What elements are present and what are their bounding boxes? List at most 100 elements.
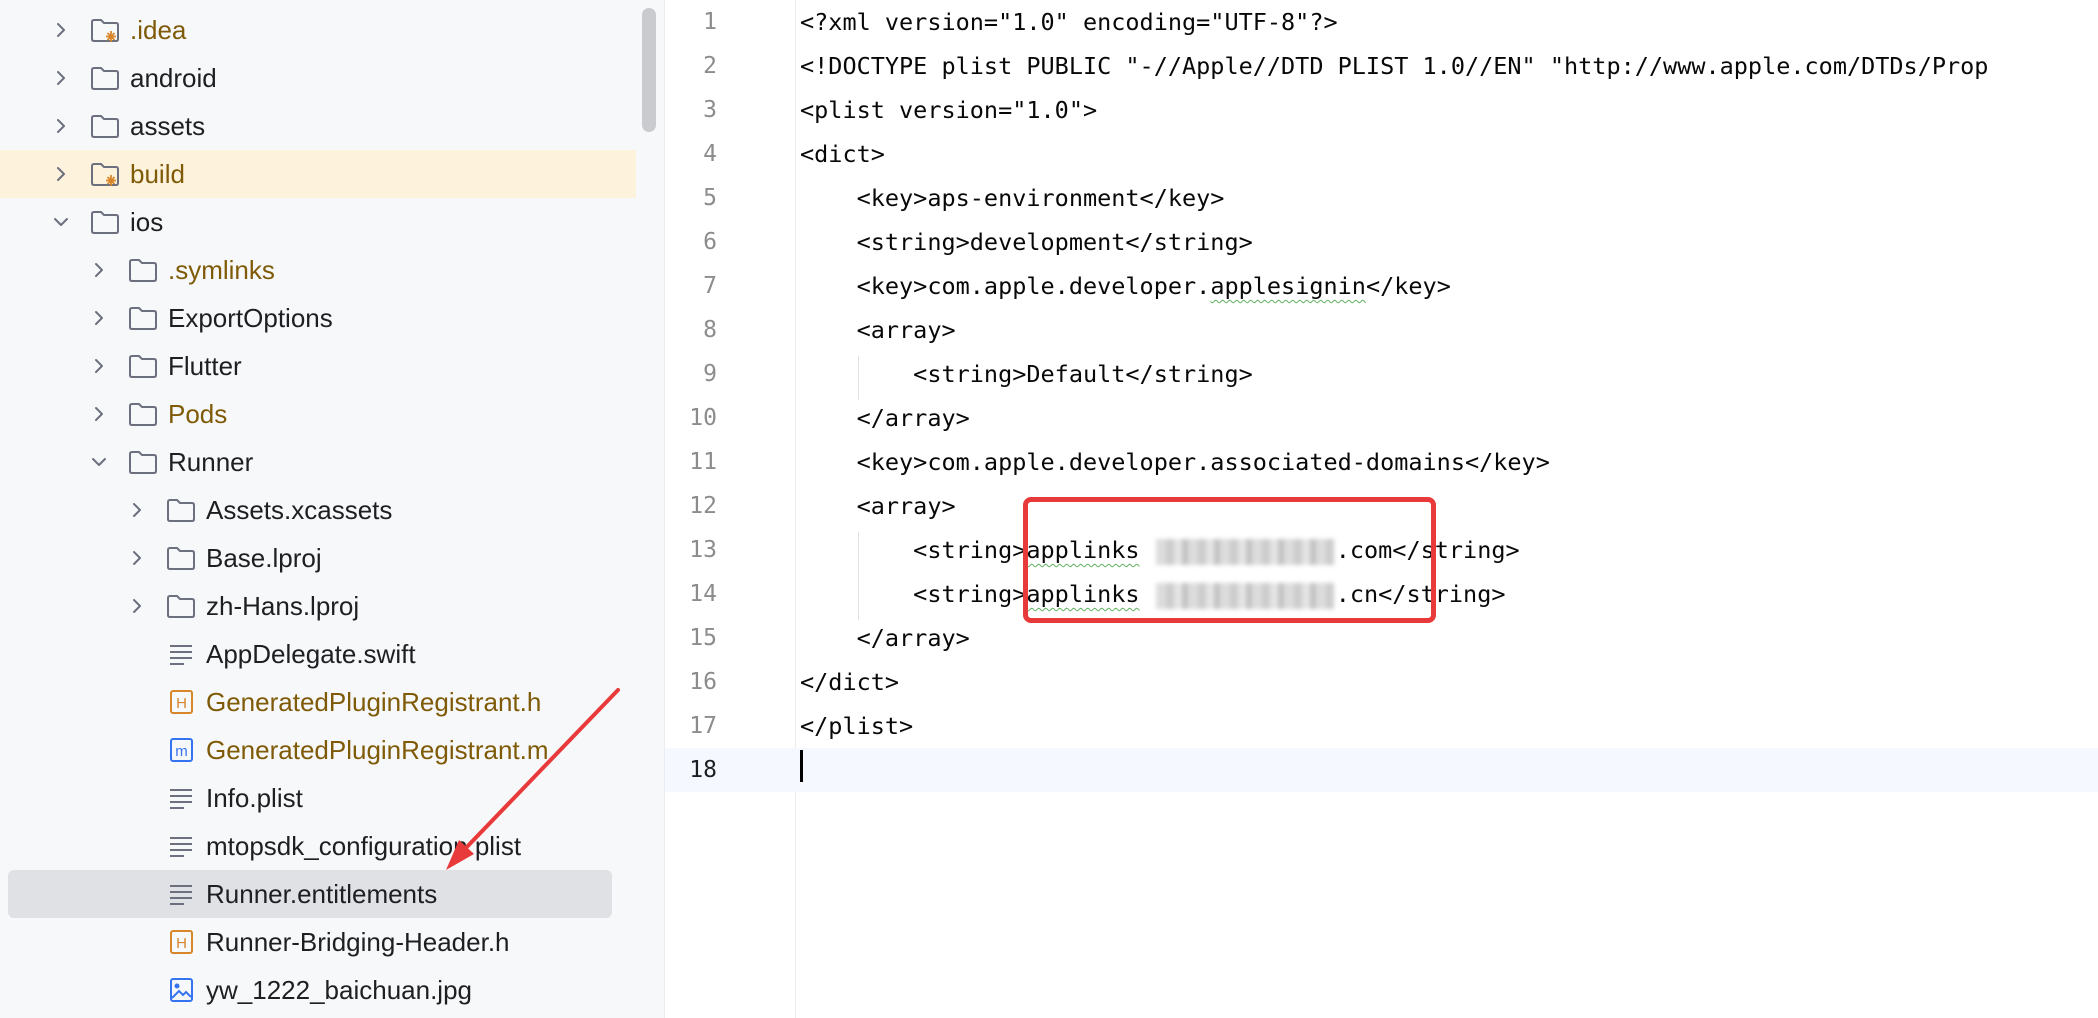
text-file-icon xyxy=(166,785,196,811)
text-caret xyxy=(800,750,803,782)
tree-item-generatedpluginregistrant-m[interactable]: m GeneratedPluginRegistrant.m xyxy=(0,726,636,774)
line-number: 14 xyxy=(689,581,717,607)
tree-item-info-plist[interactable]: Info.plist xyxy=(0,774,636,822)
tree-item-idea[interactable]: .idea xyxy=(0,6,636,54)
code-line[interactable]: 16 </dict> xyxy=(665,660,2098,704)
folder-icon xyxy=(90,113,120,139)
code-line[interactable]: 3 <plist version="1.0"> xyxy=(665,88,2098,132)
code-line[interactable]: 10 </array> xyxy=(665,396,2098,440)
chevron-right-icon[interactable] xyxy=(126,547,148,569)
chevron-down-icon[interactable] xyxy=(50,211,72,233)
code-line[interactable]: 17 </plist> xyxy=(665,704,2098,748)
code-line[interactable]: 18 xyxy=(665,748,2098,792)
tree-item-label: zh-Hans.lproj xyxy=(206,590,360,621)
chevron-right-icon[interactable] xyxy=(88,403,110,425)
chevron-right-icon[interactable] xyxy=(50,163,72,185)
line-number: 18 xyxy=(689,757,717,783)
chevron-right-icon[interactable] xyxy=(126,595,148,617)
code-text: <!DOCTYPE plist PUBLIC "-//Apple//DTD PL… xyxy=(800,52,1989,80)
tree-item-symlinks[interactable]: .symlinks xyxy=(0,246,636,294)
tree-item-label: mtopsdk_configuration.plist xyxy=(206,830,522,861)
chevron-down-icon[interactable] xyxy=(88,451,110,473)
tree-item-assets[interactable]: assets xyxy=(0,102,636,150)
chevron-right-icon[interactable] xyxy=(50,19,72,41)
tree-item-build[interactable]: build xyxy=(0,150,636,198)
text-file-icon xyxy=(166,641,196,667)
line-number: 10 xyxy=(689,405,717,431)
tree-item-runner[interactable]: Runner xyxy=(0,438,636,486)
line-number: 17 xyxy=(689,713,717,739)
project-tree-scrollbar[interactable] xyxy=(642,8,656,132)
text-file-icon xyxy=(166,881,196,907)
line-number: 5 xyxy=(703,185,717,211)
tree-item-runner-entitlements[interactable]: Runner.entitlements xyxy=(8,870,612,918)
folder-icon xyxy=(166,497,196,523)
tree-item-mtopsdk-configuration-plist[interactable]: mtopsdk_configuration.plist xyxy=(0,822,636,870)
tree-item-label: build xyxy=(130,158,185,189)
code-text: <key>com.apple.developer.applesignin</ke… xyxy=(800,264,1451,308)
code-segment: <string> xyxy=(800,580,1027,608)
tree-item-appdelegate-swift[interactable]: AppDelegate.swift xyxy=(0,630,636,678)
code-line[interactable]: 11 <key>com.apple.developer.associated-d… xyxy=(665,440,2098,484)
code-line[interactable]: 8 <array> xyxy=(665,308,2098,352)
tree-item-assets-xcassets[interactable]: Assets.xcassets xyxy=(0,486,636,534)
tree-item-flutter[interactable]: Flutter xyxy=(0,342,636,390)
code-line[interactable]: 2 <!DOCTYPE plist PUBLIC "-//Apple//DTD P… xyxy=(665,44,2098,88)
folder-icon xyxy=(166,593,196,619)
tree-item-label: Assets.xcassets xyxy=(206,494,393,525)
tree-item-label: AppDelegate.swift xyxy=(206,638,416,669)
code-line[interactable]: 4 <dict> xyxy=(665,132,2098,176)
code-line[interactable]: 6 <string>development</string> xyxy=(665,220,2098,264)
chevron-right-icon[interactable] xyxy=(50,115,72,137)
tree-item-label: Flutter xyxy=(168,350,242,381)
tree-item-yw-1222-baichuan-jpg[interactable]: yw_1222_baichuan.jpg xyxy=(0,966,636,1014)
tree-item-base-lproj[interactable]: Base.lproj xyxy=(0,534,636,582)
tree-item-runner-bridging-header-h[interactable]: H Runner-Bridging-Header.h xyxy=(0,918,636,966)
code-segment: <string> xyxy=(800,536,1027,564)
code-line[interactable]: 1 <?xml version="1.0" encoding="UTF-8"?> xyxy=(665,0,2098,44)
chevron-right-icon[interactable] xyxy=(50,67,72,89)
svg-text:H: H xyxy=(176,695,187,712)
svg-text:m: m xyxy=(175,743,188,760)
code-text: <key>com.apple.developer.associated-doma… xyxy=(800,448,1550,476)
tree-item-zh-hans-lproj[interactable]: zh-Hans.lproj xyxy=(0,582,636,630)
line-number: 4 xyxy=(703,141,717,167)
header-file-icon: H xyxy=(166,929,196,955)
code-line[interactable]: 9 <string>Default</string> xyxy=(665,352,2098,396)
tree-item-label: ios xyxy=(130,206,164,237)
code-line[interactable]: 7 <key>com.apple.developer.applesignin</… xyxy=(665,264,2098,308)
code-text: </array> xyxy=(800,624,970,652)
tree-item-exportoptions[interactable]: ExportOptions xyxy=(0,294,636,342)
tree-item-label: GeneratedPluginRegistrant.m xyxy=(206,734,549,765)
indent-guide xyxy=(858,356,859,400)
tree-item-ios[interactable]: ios xyxy=(0,198,636,246)
code-text: </array> xyxy=(800,404,970,432)
code-text: <array> xyxy=(800,492,956,520)
text-file-icon xyxy=(166,833,196,859)
objc-file-icon: m xyxy=(166,737,196,763)
folder-icon xyxy=(128,449,158,475)
tree-item-pods[interactable]: Pods xyxy=(0,390,636,438)
tree-item-android[interactable]: android xyxy=(0,54,636,102)
tree-item-label: android xyxy=(130,62,217,93)
folder-icon xyxy=(128,305,158,331)
line-number: 12 xyxy=(689,493,717,519)
code-line[interactable]: 5 <key>aps-environment</key> xyxy=(665,176,2098,220)
code-text: </dict> xyxy=(800,668,900,696)
chevron-right-icon[interactable] xyxy=(126,499,148,521)
folder-excluded-icon xyxy=(90,17,120,43)
line-number: 11 xyxy=(689,449,717,475)
chevron-right-icon[interactable] xyxy=(88,355,110,377)
chevron-right-icon[interactable] xyxy=(88,307,110,329)
chevron-right-icon[interactable] xyxy=(88,259,110,281)
tree-item-label: Base.lproj xyxy=(206,542,322,573)
line-number: 9 xyxy=(703,361,717,387)
tree-item-generatedpluginregistrant-h[interactable]: H GeneratedPluginRegistrant.h xyxy=(0,678,636,726)
image-file-icon xyxy=(166,977,196,1003)
